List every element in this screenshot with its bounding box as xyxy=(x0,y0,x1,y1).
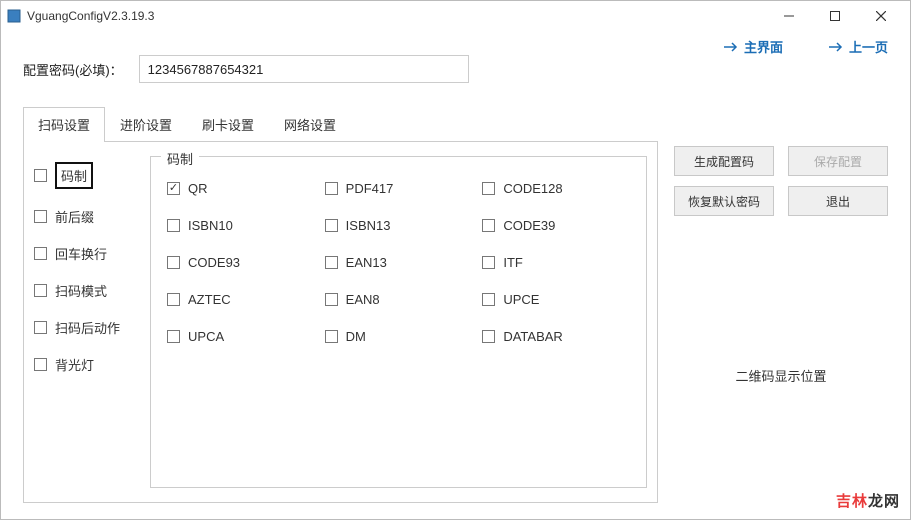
opt-dm[interactable]: DM xyxy=(325,329,473,344)
save-config-button[interactable]: 保存配置 xyxy=(788,146,888,176)
window-title: VguangConfigV2.3.19.3 xyxy=(27,9,154,23)
opt-ean8[interactable]: EAN8 xyxy=(325,292,473,307)
tab-network-settings[interactable]: 网络设置 xyxy=(269,107,351,141)
opt-code93[interactable]: CODE93 xyxy=(167,255,315,270)
tab-card-settings[interactable]: 刷卡设置 xyxy=(187,107,269,141)
opt-upce[interactable]: UPCE xyxy=(482,292,630,307)
code-type-fieldset: 码制 QR PDF417 CODE128 ISBN10 ISBN13 CODE3… xyxy=(150,156,647,488)
opt-ean13[interactable]: EAN13 xyxy=(325,255,473,270)
tab-advanced-settings[interactable]: 进阶设置 xyxy=(105,107,187,141)
opt-qr[interactable]: QR xyxy=(167,181,315,196)
side-item-code-type[interactable]: 码制 xyxy=(34,162,120,189)
maximize-button[interactable] xyxy=(812,1,858,31)
watermark: 吉林龙网 xyxy=(836,490,900,511)
restore-default-password-button[interactable]: 恢复默认密码 xyxy=(674,186,774,216)
nav-main[interactable]: 主界面 xyxy=(724,37,783,56)
nav-prev[interactable]: 上一页 xyxy=(829,37,888,56)
opt-isbn10[interactable]: ISBN10 xyxy=(167,218,315,233)
tab-panel: 码制 前后缀 回车换行 扫码模式 扫码后动作 背光灯 码制 QR PDF417 … xyxy=(23,141,658,503)
qr-position-label: 二维码显示位置 xyxy=(674,366,888,385)
close-button[interactable] xyxy=(858,1,904,31)
titlebar: VguangConfigV2.3.19.3 xyxy=(1,1,910,31)
side-item-backlight[interactable]: 背光灯 xyxy=(34,355,120,374)
side-item-scan-mode[interactable]: 扫码模式 xyxy=(34,281,120,300)
app-window: VguangConfigV2.3.19.3 配置密码(必填)： 扫码设置 进阶设… xyxy=(0,0,911,520)
password-input[interactable] xyxy=(139,55,469,83)
opt-aztec[interactable]: AZTEC xyxy=(167,292,315,307)
tabs: 扫码设置 进阶设置 刷卡设置 网络设置 xyxy=(23,107,658,141)
exit-button[interactable]: 退出 xyxy=(788,186,888,216)
side-item-scan-action[interactable]: 扫码后动作 xyxy=(34,318,120,337)
opt-upca[interactable]: UPCA xyxy=(167,329,315,344)
fieldset-legend: 码制 xyxy=(161,149,199,168)
side-item-prefix-suffix[interactable]: 前后缀 xyxy=(34,207,120,226)
opt-isbn13[interactable]: ISBN13 xyxy=(325,218,473,233)
opt-pdf417[interactable]: PDF417 xyxy=(325,181,473,196)
opt-code128[interactable]: CODE128 xyxy=(482,181,630,196)
opt-code39[interactable]: CODE39 xyxy=(482,218,630,233)
password-label: 配置密码(必填)： xyxy=(23,60,123,79)
opt-databar[interactable]: DATABAR xyxy=(482,329,630,344)
side-item-enter-linefeed[interactable]: 回车换行 xyxy=(34,244,120,263)
opt-itf[interactable]: ITF xyxy=(482,255,630,270)
tab-scan-settings[interactable]: 扫码设置 xyxy=(23,107,105,141)
side-list: 码制 前后缀 回车换行 扫码模式 扫码后动作 背光灯 xyxy=(34,156,120,488)
minimize-button[interactable] xyxy=(766,1,812,31)
generate-config-button[interactable]: 生成配置码 xyxy=(674,146,774,176)
app-icon xyxy=(7,9,21,23)
